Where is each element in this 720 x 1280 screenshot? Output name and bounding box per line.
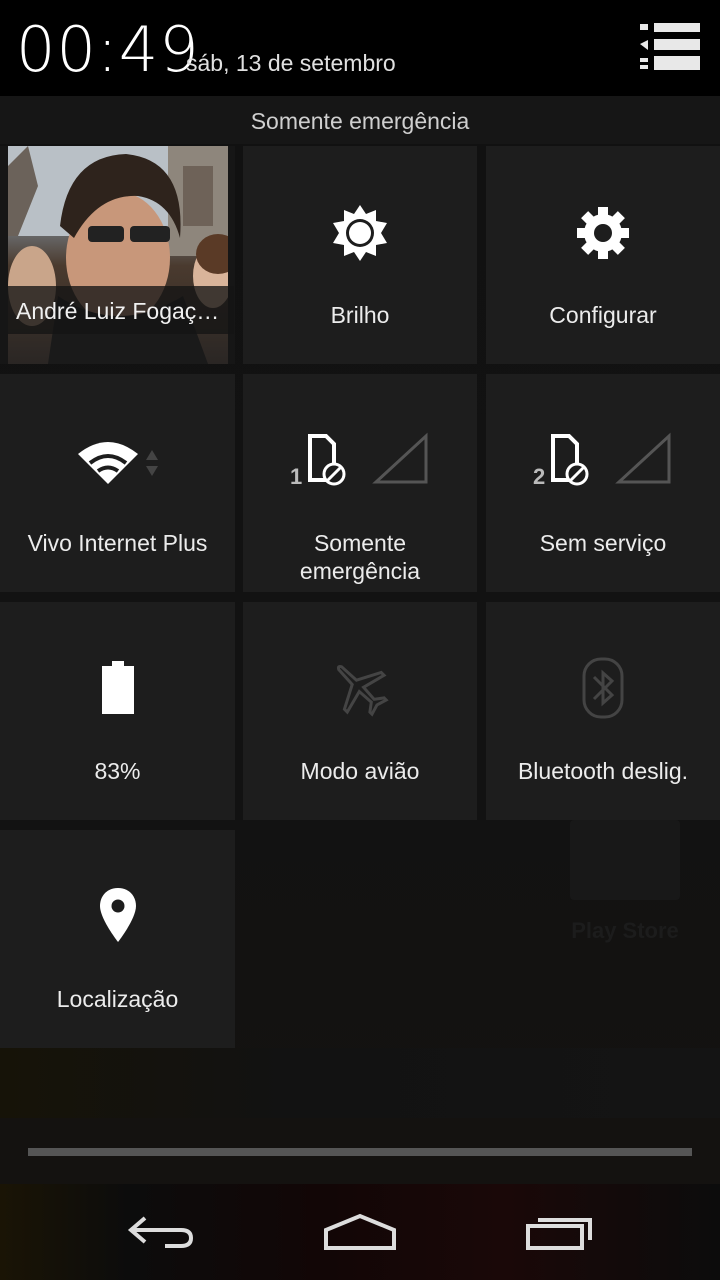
homescreen-dock	[0, 1048, 720, 1118]
wifi-tile[interactable]: Vivo Internet Plus	[0, 374, 235, 592]
sim1-label-line2: emergência	[299, 558, 421, 584]
sim1-tile[interactable]: 1 Somente emergência	[243, 374, 477, 592]
sim-icon: 2	[533, 432, 671, 489]
brightness-label: Brilho	[330, 302, 390, 328]
battery-icon	[101, 661, 134, 714]
wifi-label: Vivo Internet Plus	[27, 530, 208, 556]
play-store-app-icon	[570, 820, 680, 900]
recents-icon	[526, 1218, 592, 1250]
recents-button[interactable]	[500, 1184, 620, 1280]
gear-icon	[577, 207, 629, 259]
svg-text:2: 2	[533, 464, 545, 489]
battery-label: 83%	[94, 758, 141, 784]
wifi-icon	[77, 442, 158, 484]
play-store-app-label: Play Store	[571, 918, 679, 943]
bluetooth-label: Bluetooth deslig.	[517, 758, 689, 784]
sim2-label: Sem serviço	[539, 530, 667, 556]
settings-label: Configurar	[549, 302, 657, 328]
emergency-banner: Somente emergência	[0, 96, 720, 144]
navigation-bar	[0, 1184, 720, 1280]
airplane-icon	[336, 664, 389, 717]
sim1-label-line1: Somente	[313, 530, 407, 556]
bluetooth-icon	[582, 657, 624, 719]
location-tile[interactable]: Localização	[0, 830, 235, 1048]
airplane-mode-tile[interactable]: Modo avião	[243, 602, 477, 820]
settings-tile[interactable]: Configurar	[486, 146, 720, 364]
location-label: Localização	[56, 986, 179, 1012]
location-pin-icon	[99, 888, 136, 942]
battery-tile[interactable]: 83%	[0, 602, 235, 820]
sim-icon: 1	[290, 432, 428, 489]
status-header: 00:49 sáb, 13 de setembro	[0, 0, 720, 96]
svg-text:1: 1	[290, 464, 302, 489]
brightness-tile[interactable]: Brilho	[243, 146, 477, 364]
airplane-mode-label: Modo avião	[300, 758, 420, 784]
user-name: André Luiz Fogaç…	[8, 286, 234, 334]
home-button[interactable]	[300, 1184, 420, 1280]
home-icon	[324, 1213, 396, 1250]
sim2-tile[interactable]: 2 Sem serviço	[486, 374, 720, 592]
date: sáb, 13 de setembro	[186, 50, 396, 76]
panel-drag-handle[interactable]	[28, 1148, 692, 1156]
clock: 00:49	[16, 13, 200, 86]
back-button[interactable]	[100, 1184, 220, 1280]
notification-list-icon	[640, 23, 700, 70]
bluetooth-tile[interactable]: Bluetooth deslig.	[486, 602, 720, 820]
sun-icon	[333, 205, 387, 261]
notifications-toggle-button[interactable]	[636, 20, 702, 76]
back-icon	[127, 1216, 194, 1248]
